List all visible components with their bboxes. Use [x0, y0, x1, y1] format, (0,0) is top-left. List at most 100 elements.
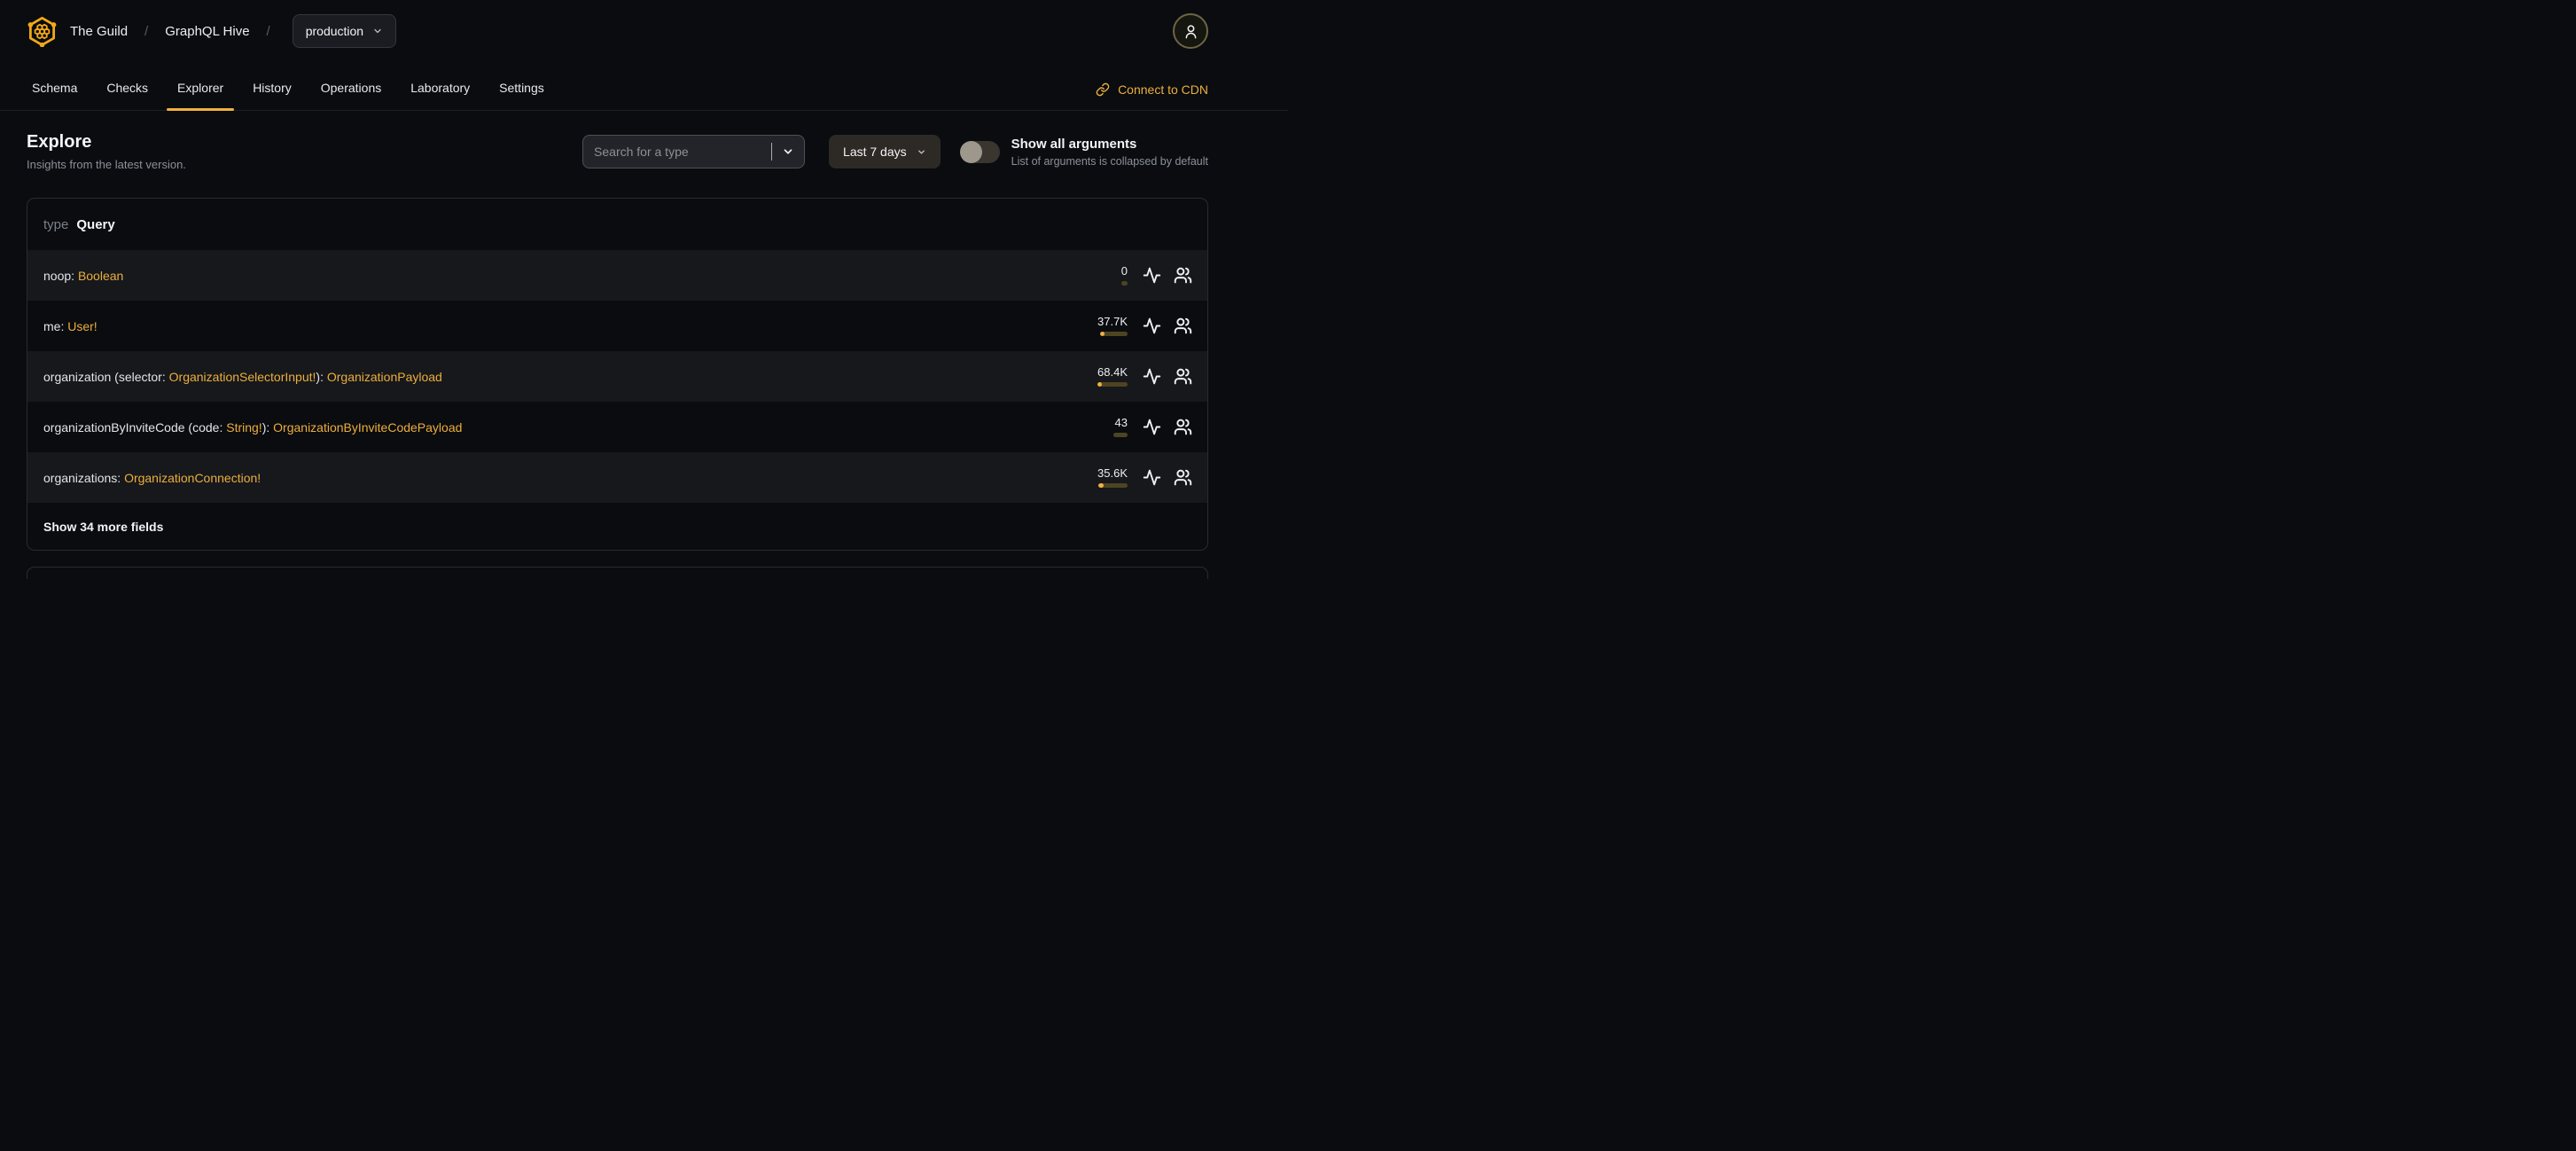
breadcrumb-org[interactable]: The Guild — [70, 24, 128, 39]
breadcrumb-separator: / — [266, 23, 270, 39]
field-text: organizationByInviteCode (code: — [43, 419, 227, 435]
field-rows: noop: Boolean 0 me: User! 37.7K organiza… — [27, 250, 1207, 503]
field-signature: me: User! — [43, 319, 98, 333]
field-usage: 0 — [1121, 265, 1193, 286]
field-activity-button[interactable] — [1141, 417, 1162, 438]
users-icon — [1174, 317, 1191, 334]
field-text: me: — [43, 318, 68, 333]
controls-row: Explore Insights from the latest version… — [27, 132, 1208, 171]
type-link[interactable]: Boolean — [78, 269, 123, 283]
usage-bar-fill — [1097, 382, 1102, 387]
next-type-card-partial — [27, 567, 1208, 579]
type-search-input[interactable] — [583, 136, 772, 168]
toggle-knob — [959, 140, 982, 163]
field-clients-button[interactable] — [1172, 265, 1193, 286]
user-icon — [1185, 24, 1196, 38]
field-activity-button[interactable] — [1141, 316, 1162, 337]
field-signature: organizations: OrganizationConnection! — [43, 471, 261, 485]
tabs-group: Schema Checks Explorer History Operations Lab… — [21, 81, 563, 111]
breadcrumb-project[interactable]: GraphQL Hive — [165, 24, 249, 39]
field-row: organizations: OrganizationConnection! 3… — [27, 452, 1207, 503]
usage-bar — [1100, 332, 1128, 336]
type-link[interactable]: OrganizationPayload — [327, 370, 442, 384]
field-text: ): — [262, 419, 274, 435]
field-activity-button[interactable] — [1141, 366, 1162, 388]
hive-explorer-page: The Guild / GraphQL Hive / production Sc… — [0, 0, 1288, 579]
main-content: Explore Insights from the latest version… — [0, 132, 1288, 579]
app-header: The Guild / GraphQL Hive / production — [0, 0, 1288, 62]
usage-bar-fill — [1100, 332, 1105, 336]
connect-to-cdn-label: Connect to CDN — [1118, 82, 1208, 97]
users-icon — [1174, 419, 1191, 435]
activity-icon — [1143, 419, 1160, 435]
chevron-down-icon — [917, 149, 925, 154]
usage-bar — [1098, 483, 1128, 488]
field-clients-button[interactable] — [1172, 467, 1193, 489]
toggle-subtitle: List of arguments is collapsed by defaul… — [1011, 154, 1208, 168]
field-clients-button[interactable] — [1172, 366, 1193, 388]
connect-to-cdn-link[interactable]: Connect to CDN — [1096, 82, 1208, 110]
users-icon — [1174, 368, 1191, 385]
toggle-title: Show all arguments — [1011, 136, 1137, 152]
request-count: 68.4K — [1097, 365, 1128, 379]
show-more-fields-button[interactable]: Show 34 more fields — [27, 503, 1207, 550]
link-icon — [1096, 82, 1110, 97]
user-menu-button[interactable] — [1173, 13, 1208, 49]
field-text: organizations: — [43, 470, 125, 485]
users-icon — [1174, 469, 1191, 486]
field-clients-button[interactable] — [1172, 417, 1193, 438]
field-row: me: User! 37.7K — [27, 301, 1207, 351]
usage-bar — [1097, 382, 1128, 387]
type-kind-label: type — [43, 216, 69, 232]
field-usage-stats: 43 — [1113, 417, 1128, 437]
toggle-labels: Show all arguments List of arguments is … — [1011, 137, 1208, 168]
hive-logo[interactable] — [27, 16, 58, 47]
field-row: organization (selector: OrganizationSele… — [27, 351, 1207, 402]
field-usage: 35.6K — [1097, 467, 1193, 489]
filter-controls: Last 7 days Show all arguments List of a… — [582, 135, 1208, 168]
show-all-arguments-toggle[interactable] — [959, 140, 1000, 163]
target-selector-value: production — [305, 24, 364, 38]
type-link[interactable]: OrganizationConnection! — [124, 471, 261, 485]
tab-bar: Schema Checks Explorer History Operations Lab… — [0, 62, 1288, 111]
chevron-down-icon — [784, 149, 792, 154]
chevron-down-icon — [374, 28, 381, 34]
field-activity-button[interactable] — [1141, 467, 1162, 489]
type-search-dropdown-button[interactable] — [772, 136, 804, 168]
type-link[interactable]: User! — [67, 319, 97, 333]
type-link[interactable]: String! — [226, 420, 262, 435]
tab-settings[interactable]: Settings — [488, 81, 555, 110]
tab-explorer[interactable]: Explorer — [167, 81, 235, 111]
field-usage-stats: 0 — [1121, 265, 1128, 286]
page-heading: Explore Insights from the latest version… — [27, 132, 186, 171]
tab-history[interactable]: History — [242, 81, 302, 110]
breadcrumb-separator: / — [144, 23, 149, 39]
activity-icon — [1143, 317, 1160, 334]
request-count: 37.7K — [1097, 315, 1128, 328]
usage-bar — [1121, 281, 1128, 286]
usage-bar-fill — [1098, 483, 1104, 488]
tab-operations[interactable]: Operations — [310, 81, 392, 110]
field-activity-button[interactable] — [1141, 265, 1162, 286]
users-icon — [1174, 267, 1191, 284]
type-name: Query — [76, 216, 115, 232]
tab-schema[interactable]: Schema — [21, 81, 88, 110]
type-card-query: type Query noop: Boolean 0 me: User! 37.… — [27, 198, 1208, 551]
field-usage-stats: 68.4K — [1097, 366, 1128, 387]
field-text: organization (selector: — [43, 369, 169, 384]
field-text: ): — [316, 369, 327, 384]
hive-logo-icon — [27, 16, 57, 47]
type-search-combobox — [582, 135, 806, 168]
target-selector-dropdown[interactable]: production — [292, 14, 397, 48]
request-count: 35.6K — [1097, 466, 1128, 480]
tab-checks[interactable]: Checks — [96, 81, 159, 110]
type-link[interactable]: OrganizationSelectorInput! — [169, 370, 316, 384]
field-usage-stats: 37.7K — [1097, 316, 1128, 336]
field-usage-stats: 35.6K — [1097, 467, 1128, 488]
tab-laboratory[interactable]: Laboratory — [400, 81, 480, 110]
date-range-dropdown[interactable]: Last 7 days — [829, 135, 941, 168]
field-signature: organization (selector: OrganizationSele… — [43, 370, 442, 384]
field-usage: 68.4K — [1097, 366, 1193, 388]
type-link[interactable]: OrganizationByInviteCodePayload — [273, 420, 462, 435]
field-clients-button[interactable] — [1172, 316, 1193, 337]
